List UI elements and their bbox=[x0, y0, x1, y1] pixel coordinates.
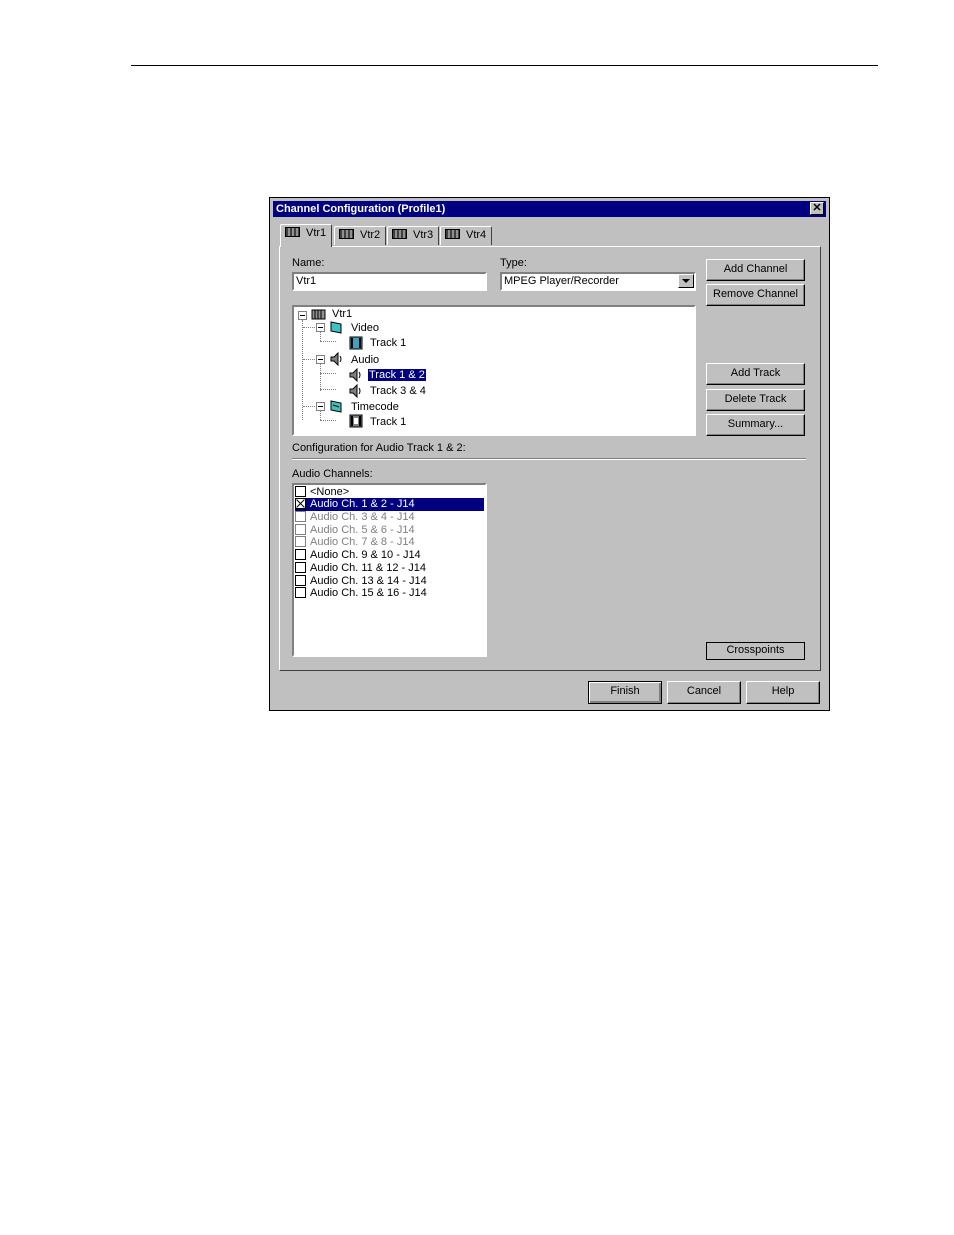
checkbox[interactable] bbox=[295, 549, 306, 560]
chevron-down-icon[interactable] bbox=[678, 274, 694, 288]
vtr-icon bbox=[339, 229, 354, 239]
tree-connector bbox=[302, 320, 303, 420]
type-select-value: MPEG Player/Recorder bbox=[504, 275, 619, 287]
checkbox bbox=[295, 524, 306, 535]
speaker-icon bbox=[349, 368, 361, 382]
film-icon bbox=[349, 336, 363, 350]
tree-node-label: Track 1 bbox=[370, 416, 407, 428]
vtr-icon bbox=[392, 229, 407, 239]
list-item[interactable]: Audio Ch. 1 & 2 - J14 bbox=[295, 498, 484, 511]
close-button[interactable]: ✕ bbox=[810, 202, 824, 215]
tree-node-audio-track34[interactable]: Track 3 & 4 bbox=[370, 384, 426, 399]
video-icon bbox=[330, 321, 342, 334]
tree-connector bbox=[320, 341, 336, 342]
list-item-label: Audio Ch. 15 & 16 - J14 bbox=[310, 587, 427, 599]
speaker-icon bbox=[349, 384, 361, 398]
channel-configuration-dialog: Channel Configuration (Profile1) ✕ Vtr1 … bbox=[269, 197, 830, 711]
checkbox[interactable] bbox=[295, 562, 306, 573]
list-item-label: Audio Ch. 1 & 2 - J14 bbox=[310, 498, 415, 510]
list-item-label: Audio Ch. 9 & 10 - J14 bbox=[310, 549, 421, 561]
tab-vtr4[interactable]: Vtr4 bbox=[440, 226, 492, 245]
crosspoints-button[interactable]: Crosspoints bbox=[706, 642, 805, 660]
tab-label: Vtr1 bbox=[306, 227, 327, 239]
vtr-icon bbox=[445, 229, 460, 239]
channel-tree[interactable]: Vtr1 Video Track 1 Audio Track 1 & 2 Tra… bbox=[292, 305, 696, 436]
page-header-rule bbox=[131, 65, 878, 66]
add-channel-button[interactable]: Add Channel bbox=[706, 259, 805, 281]
tab-vtr3[interactable]: Vtr3 bbox=[387, 226, 439, 245]
collapse-icon[interactable] bbox=[298, 311, 307, 320]
separator bbox=[292, 458, 806, 460]
checkbox bbox=[295, 536, 306, 547]
help-button[interactable]: Help bbox=[746, 681, 820, 704]
checkbox[interactable] bbox=[295, 575, 306, 586]
list-item-label: Audio Ch. 7 & 8 - J14 bbox=[310, 536, 415, 548]
vtr-icon bbox=[285, 227, 300, 237]
tree-connector bbox=[303, 327, 317, 328]
list-item: Audio Ch. 3 & 4 - J14 bbox=[295, 511, 484, 524]
tree-node-label: Track 3 & 4 bbox=[370, 385, 426, 397]
summary-button[interactable]: Summary... bbox=[706, 414, 805, 436]
name-label: Name: bbox=[292, 257, 325, 269]
dialog-title: Channel Configuration (Profile1) bbox=[276, 203, 446, 215]
tree-node-audio-track12[interactable]: Track 1 & 2 bbox=[367, 368, 427, 383]
collapse-icon[interactable] bbox=[316, 402, 325, 411]
type-select[interactable]: MPEG Player/Recorder bbox=[500, 272, 696, 291]
tree-node-audio[interactable]: Audio bbox=[351, 353, 379, 368]
list-item-label: Audio Ch. 3 & 4 - J14 bbox=[310, 511, 415, 523]
tree-node-label: Video bbox=[351, 322, 379, 334]
speaker-icon bbox=[330, 352, 342, 366]
name-input[interactable]: Vtr1 bbox=[292, 272, 487, 291]
audio-channels-listbox[interactable]: <None> Audio Ch. 1 & 2 - J14 Audio Ch. 3… bbox=[292, 483, 487, 657]
tree-connector bbox=[303, 406, 317, 407]
tab-label: Vtr2 bbox=[360, 229, 381, 241]
vtr-icon bbox=[311, 309, 326, 320]
audio-channels-label: Audio Channels: bbox=[292, 468, 373, 480]
list-item[interactable]: Audio Ch. 11 & 12 - J14 bbox=[295, 562, 484, 575]
tree-node-timecode[interactable]: Timecode bbox=[351, 400, 399, 415]
tree-node-label: Vtr1 bbox=[332, 308, 353, 320]
list-item-label: Audio Ch. 13 & 14 - J14 bbox=[310, 575, 427, 587]
tree-connector bbox=[320, 373, 336, 374]
checkbox[interactable] bbox=[295, 486, 306, 497]
collapse-icon[interactable] bbox=[316, 355, 325, 364]
tree-node-label: Audio bbox=[351, 354, 380, 366]
dialog-titlebar[interactable]: Channel Configuration (Profile1) ✕ bbox=[273, 201, 826, 217]
tab-vtr2[interactable]: Vtr2 bbox=[334, 226, 386, 245]
checkbox bbox=[295, 511, 306, 522]
timecode-icon bbox=[330, 400, 342, 413]
tree-node-video[interactable]: Video bbox=[351, 321, 379, 336]
tree-connector bbox=[320, 389, 336, 390]
tree-node-timecode-track1[interactable]: Track 1 bbox=[370, 415, 406, 430]
collapse-icon[interactable] bbox=[316, 323, 325, 332]
list-item-label: <None> bbox=[310, 486, 350, 498]
tree-connector bbox=[303, 359, 317, 360]
remove-channel-button[interactable]: Remove Channel bbox=[706, 284, 805, 306]
tree-node-video-track1[interactable]: Track 1 bbox=[370, 336, 406, 351]
tree-connector bbox=[320, 420, 336, 421]
list-item[interactable]: Audio Ch. 15 & 16 - J14 bbox=[295, 587, 484, 600]
add-track-button[interactable]: Add Track bbox=[706, 363, 805, 385]
tree-node-label: Track 1 bbox=[370, 337, 407, 349]
tab-vtr1[interactable]: Vtr1 bbox=[280, 224, 332, 247]
checkbox[interactable] bbox=[295, 587, 306, 598]
tree-node-label: Timecode bbox=[351, 401, 399, 413]
tab-label: Vtr3 bbox=[413, 229, 434, 241]
timecode-track-icon bbox=[349, 414, 363, 428]
close-icon: ✕ bbox=[812, 202, 822, 214]
tree-node-label: Track 1 & 2 bbox=[367, 368, 427, 382]
list-item-label: Audio Ch. 5 & 6 - J14 bbox=[310, 524, 415, 536]
type-label: Type: bbox=[500, 257, 527, 269]
list-item-label: Audio Ch. 11 & 12 - J14 bbox=[310, 562, 426, 574]
cancel-button[interactable]: Cancel bbox=[667, 681, 741, 704]
list-item[interactable]: Audio Ch. 9 & 10 - J14 bbox=[295, 549, 484, 562]
tab-label: Vtr4 bbox=[466, 229, 487, 241]
delete-track-button[interactable]: Delete Track bbox=[706, 389, 805, 411]
list-item: Audio Ch. 7 & 8 - J14 bbox=[295, 536, 484, 549]
finish-button[interactable]: Finish bbox=[588, 681, 662, 704]
checkbox[interactable] bbox=[295, 498, 306, 509]
config-label: Configuration for Audio Track 1 & 2: bbox=[292, 442, 466, 454]
